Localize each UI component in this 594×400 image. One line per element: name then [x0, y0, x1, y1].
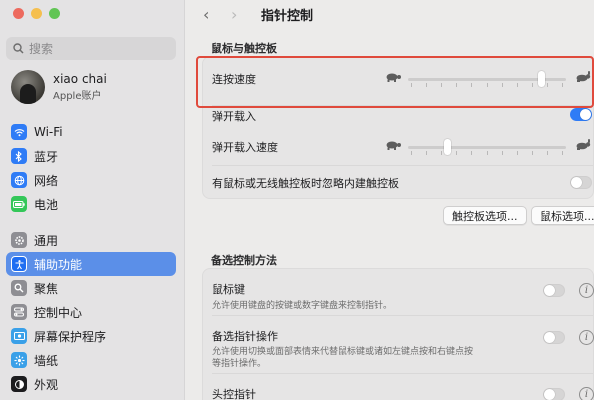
- alt-control-group: 鼠标键 允许使用键盘的按键或数字键盘来控制指针。 i 备选指针操作 允许使用切换…: [202, 268, 594, 400]
- spring-loading-toggle[interactable]: [570, 108, 592, 121]
- highlight-box: [196, 56, 594, 108]
- sidebar-item-screensaver[interactable]: 屏幕保护程序: [6, 324, 176, 348]
- sidebar-item-appearance[interactable]: 外观: [6, 372, 176, 396]
- close-window-button[interactable]: [13, 8, 24, 19]
- mouse-keys-desc: 允许使用键盘的按键或数字键盘来控制指针。: [212, 301, 393, 311]
- sidebar-group-system: 通用 辅助功能 聚焦 控制中心 屏幕保护程序 墙纸 外观: [6, 228, 176, 396]
- back-button[interactable]: ‹: [203, 5, 231, 24]
- magnifier-icon: [11, 280, 27, 296]
- spring-loading-row: 弹开载入: [212, 105, 593, 127]
- globe-icon: [11, 172, 27, 188]
- ignore-trackpad-label: 有鼠标或无线触控板时忽略内建触控板: [212, 177, 399, 190]
- user-subtitle: Apple账户: [53, 91, 102, 102]
- sidebar-item-control-center[interactable]: 控制中心: [6, 300, 176, 324]
- sidebar-item-label: 墙纸: [34, 353, 59, 368]
- ignore-trackpad-toggle[interactable]: [570, 176, 592, 189]
- head-pointer-toggle[interactable]: [543, 388, 565, 400]
- battery-icon: [11, 196, 27, 212]
- search-placeholder: 搜索: [29, 42, 54, 56]
- spring-loading-speed-label: 弹开载入速度: [212, 141, 278, 154]
- avatar: [11, 70, 45, 104]
- sidebar-item-label: 蓝牙: [34, 149, 59, 164]
- wallpaper-icon: [11, 352, 27, 368]
- spring-loading-label: 弹开载入: [212, 110, 256, 123]
- appearance-icon: [11, 376, 27, 392]
- sidebar: 搜索 xiao chai Apple账户 Wi-Fi 蓝牙 网络 电池 通用 辅…: [0, 0, 185, 400]
- alt-pointer-desc-line2: 等指针操作。: [212, 359, 267, 369]
- window-controls: [13, 8, 60, 19]
- sidebar-item-wallpaper[interactable]: 墙纸: [6, 348, 176, 372]
- mouse-keys-row: 鼠标键 允许使用键盘的按键或数字键盘来控制指针。 i: [212, 269, 594, 315]
- sidebar-item-general[interactable]: 通用: [6, 228, 176, 252]
- slider-tick: [441, 151, 442, 155]
- sidebar-item-label: 控制中心: [34, 305, 83, 320]
- alt-pointer-toggle[interactable]: [543, 331, 565, 344]
- ignore-trackpad-row: 有鼠标或无线触控板时忽略内建触控板: [212, 165, 593, 199]
- sidebar-item-label: Wi-Fi: [34, 125, 63, 139]
- sidebar-item-wifi[interactable]: Wi-Fi: [6, 120, 176, 144]
- slider-thumb[interactable]: [444, 139, 451, 155]
- slider-tick: [411, 151, 412, 155]
- section-title-alt-control: 备选控制方法: [211, 254, 277, 267]
- alt-pointer-label: 备选指针操作: [212, 330, 278, 343]
- info-icon[interactable]: i: [579, 387, 594, 400]
- user-account[interactable]: xiao chai Apple账户: [11, 70, 107, 104]
- info-icon[interactable]: i: [579, 283, 594, 298]
- head-pointer-label: 头控指针: [212, 388, 256, 400]
- slider-tick: [426, 151, 427, 155]
- sidebar-item-accessibility[interactable]: 辅助功能: [6, 252, 176, 276]
- slider-tick: [562, 151, 563, 155]
- sidebar-item-label: 电池: [34, 197, 59, 212]
- slider-tick: [456, 151, 457, 155]
- slider-tick: [487, 151, 488, 155]
- wifi-icon: [11, 124, 27, 140]
- slider-tick: [471, 151, 472, 155]
- slider-tick: [547, 151, 548, 155]
- spring-loading-speed-slider[interactable]: [408, 139, 566, 155]
- alt-pointer-desc-line1: 允许使用切换或面部表情来代替鼠标键或诸如左键点按和右键点按: [212, 347, 474, 357]
- bluetooth-icon: [11, 148, 27, 164]
- rabbit-icon: [574, 138, 592, 154]
- page-title: 指针控制: [261, 8, 314, 24]
- info-icon[interactable]: i: [579, 330, 594, 345]
- sidebar-group-network: Wi-Fi 蓝牙 网络 电池: [6, 120, 176, 216]
- sidebar-item-label: 辅助功能: [34, 257, 83, 272]
- toolbar: ‹ › 指针控制: [186, 0, 594, 28]
- gear-icon: [11, 232, 27, 248]
- sidebar-item-label: 通用: [34, 233, 59, 248]
- sidebar-item-label: 屏幕保护程序: [34, 329, 107, 344]
- sidebar-item-bluetooth[interactable]: 蓝牙: [6, 144, 176, 168]
- trackpad-options-button[interactable]: 触控板选项...: [443, 206, 527, 225]
- sidebar-item-spotlight[interactable]: 聚焦: [6, 276, 176, 300]
- spring-loading-speed-row: 弹开载入速度: [212, 127, 593, 157]
- control-center-icon: [11, 304, 27, 320]
- search-input[interactable]: 搜索: [6, 37, 176, 60]
- mouse-keys-label: 鼠标键: [212, 283, 245, 296]
- turtle-icon: [384, 139, 402, 154]
- sidebar-item-battery[interactable]: 电池: [6, 192, 176, 216]
- slider-tick: [517, 151, 518, 155]
- mouse-keys-toggle[interactable]: [543, 284, 565, 297]
- slider-tick: [532, 151, 533, 155]
- slider-tick: [502, 151, 503, 155]
- zoom-window-button[interactable]: [49, 8, 60, 19]
- section-title-mouse-trackpad: 鼠标与触控板: [211, 42, 277, 55]
- sidebar-item-label: 网络: [34, 173, 59, 188]
- alt-pointer-row: 备选指针操作 允许使用切换或面部表情来代替鼠标键或诸如左键点按和右键点按 等指针…: [212, 315, 594, 373]
- main-content: ‹ › 指针控制 鼠标与触控板 连按速度 弹开载入 弹开载入速度 有鼠标或无线触…: [186, 0, 594, 400]
- user-name: xiao chai: [53, 72, 107, 86]
- sidebar-item-network[interactable]: 网络: [6, 168, 176, 192]
- accessibility-icon: [11, 256, 27, 272]
- screensaver-icon: [11, 328, 27, 344]
- sidebar-item-label: 外观: [34, 377, 59, 392]
- sidebar-item-label: 聚焦: [34, 281, 59, 296]
- search-icon: [13, 43, 24, 54]
- forward-button[interactable]: ›: [231, 5, 259, 24]
- head-pointer-row: 头控指针 i: [212, 373, 594, 400]
- minimize-window-button[interactable]: [31, 8, 42, 19]
- mouse-options-button[interactable]: 鼠标选项...: [531, 206, 594, 225]
